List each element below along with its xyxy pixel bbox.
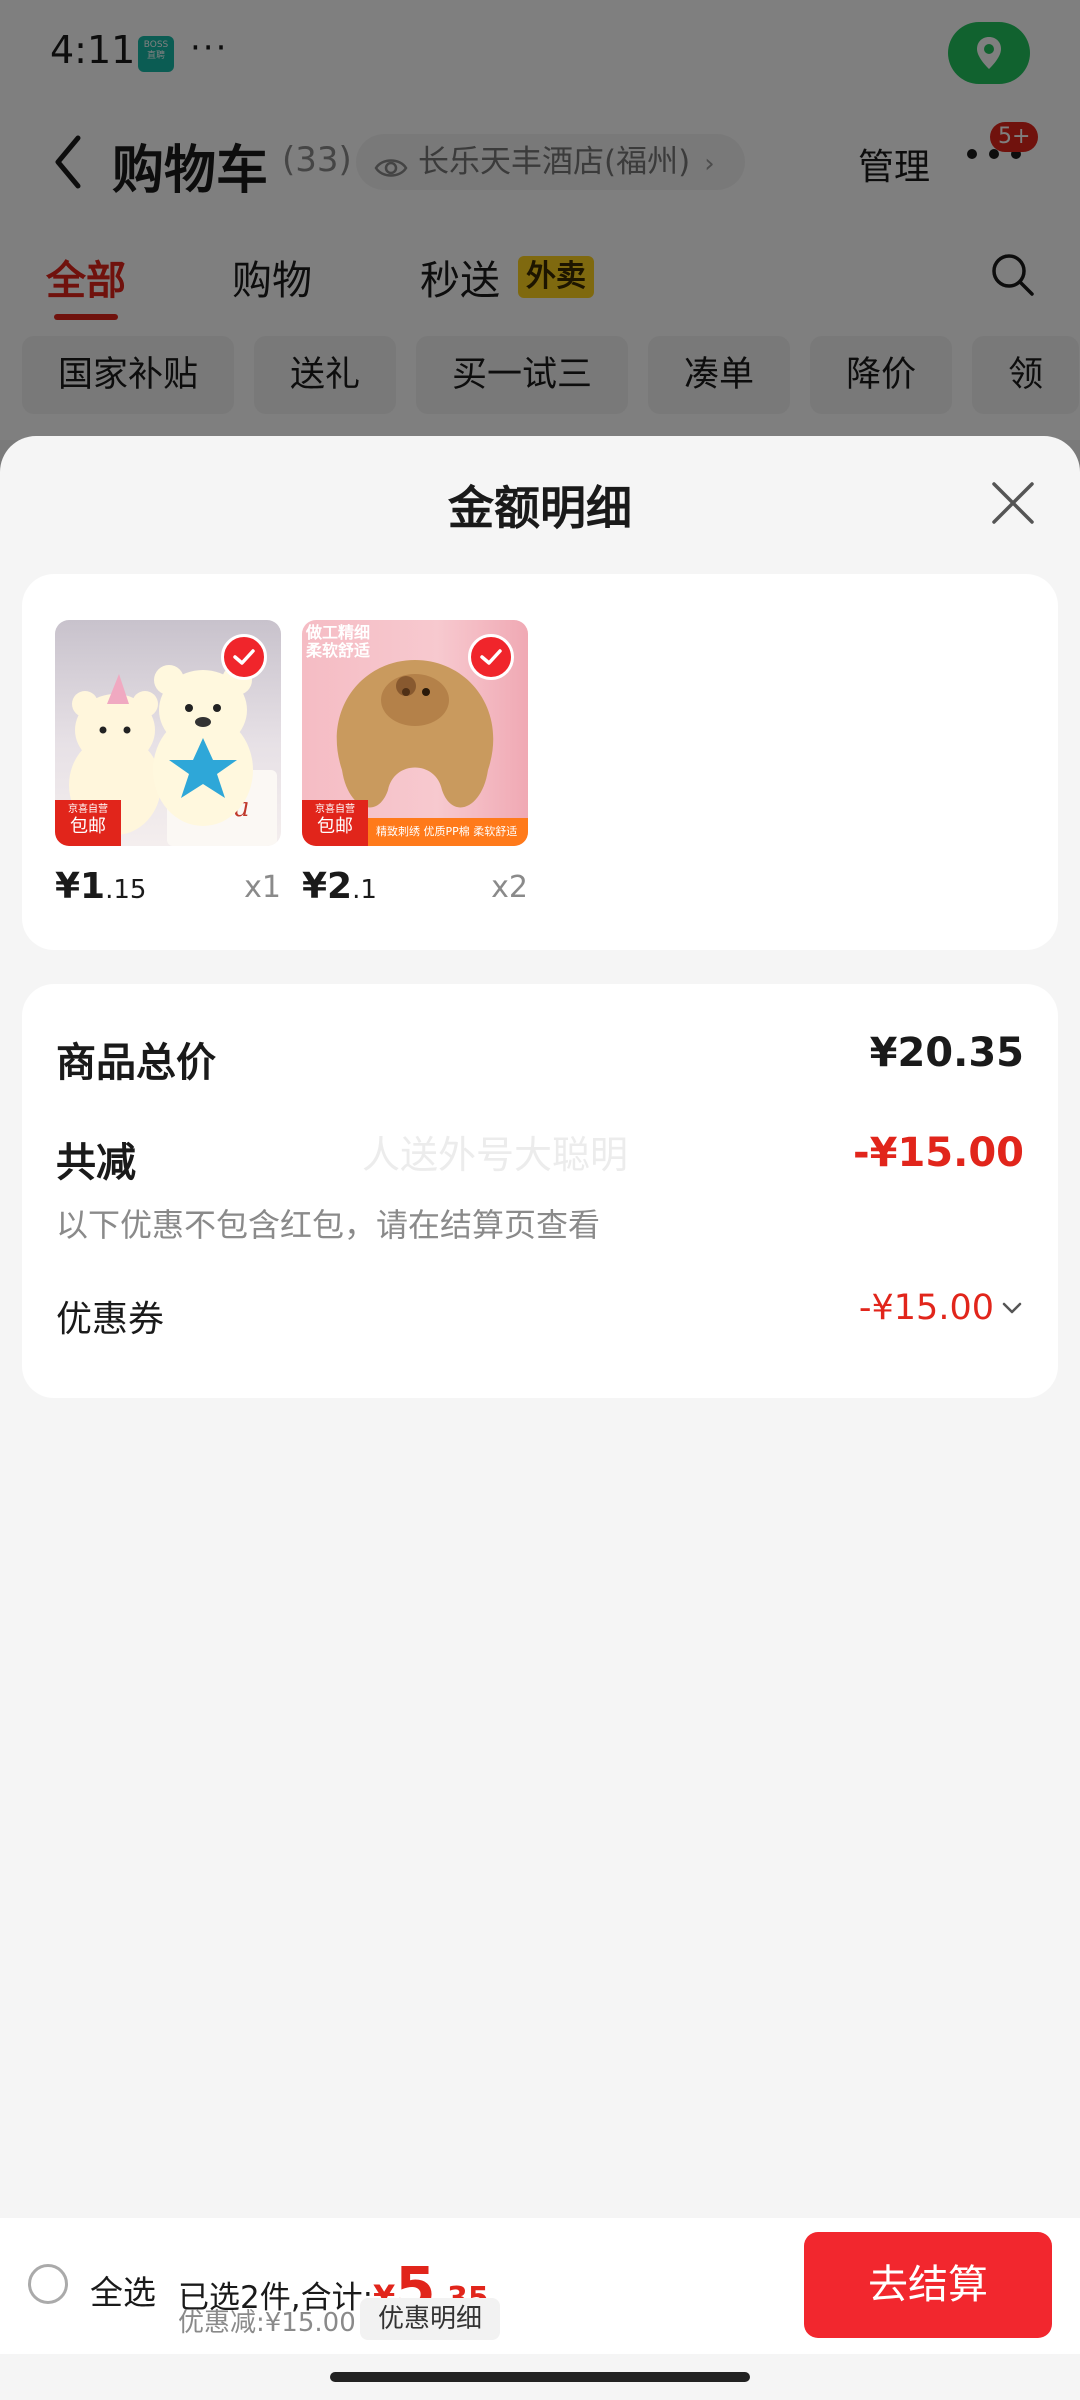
select-all-checkbox[interactable] — [28, 2264, 68, 2304]
checkout-bar: 全选 已选2件,合计:¥5.35 优惠减:¥15.00 优惠明细 去结算 — [0, 2218, 1080, 2354]
price-summary-card: 商品总价 ¥20.35 人送外号大聪明 共减 -¥15.00 以下优惠不包含红包… — [22, 984, 1058, 1398]
total-price-label: 商品总价 — [56, 1040, 216, 1086]
product-image: lolita 京喜自营包邮 — [55, 620, 281, 846]
self-operated-badge: 京喜自营 包邮 — [55, 800, 121, 846]
amount-detail-sheet: 金额明细 lolita — [0, 436, 1080, 2400]
discount-summary: 优惠减:¥15.00 — [178, 2308, 356, 2338]
check-icon — [221, 634, 267, 680]
self-operated-badge: 京喜自营 包邮 — [302, 800, 368, 846]
watermark-text: 人送外号大聪明 — [362, 1133, 629, 1177]
checkout-button[interactable]: 去结算 — [804, 2232, 1052, 2338]
product-image-caption: 做工精细 柔软舒适 — [306, 623, 371, 660]
product-feature-strip: 精致刺绣 优质PP棉 柔软舒适 — [368, 818, 528, 846]
selected-products-card: lolita 京喜自营包邮 ¥1.15 — [22, 574, 1058, 950]
select-all-label[interactable]: 全选 — [90, 2266, 156, 2314]
check-icon — [468, 634, 514, 680]
discount-detail-button[interactable]: 优惠明细 — [360, 2298, 501, 2340]
coupon-value: -¥15.00 — [858, 1288, 994, 1328]
product-price: ¥1.15 — [55, 866, 147, 907]
product-price: ¥2.1 — [302, 866, 377, 907]
close-icon[interactable] — [990, 480, 1036, 530]
product-item[interactable]: lolita 京喜自营包邮 ¥1.15 — [55, 620, 281, 907]
discount-value: -¥15.00 — [853, 1130, 1024, 1176]
coupon-label: 优惠券 — [56, 1299, 165, 1340]
home-indicator[interactable] — [330, 2372, 750, 2382]
product-quantity: x1 — [244, 870, 281, 905]
product-item[interactable]: 做工精细 柔软舒适 精致刺绣 优质PP棉 柔软舒适 京喜自营 包邮 ¥2.1 x2 — [302, 620, 528, 907]
discount-label: 共减 — [56, 1140, 136, 1186]
sheet-title: 金额明细 — [448, 481, 632, 535]
discount-note: 以下优惠不包含红包，请在结算页查看 — [56, 1206, 601, 1244]
coupon-row-toggle[interactable]: -¥15.00 — [859, 1288, 1022, 1328]
chevron-down-icon — [1002, 1302, 1022, 1314]
product-quantity: x2 — [491, 870, 528, 905]
product-image: 做工精细 柔软舒适 精致刺绣 优质PP棉 柔软舒适 京喜自营 包邮 — [302, 620, 528, 846]
total-price-value: ¥20.35 — [869, 1030, 1024, 1076]
